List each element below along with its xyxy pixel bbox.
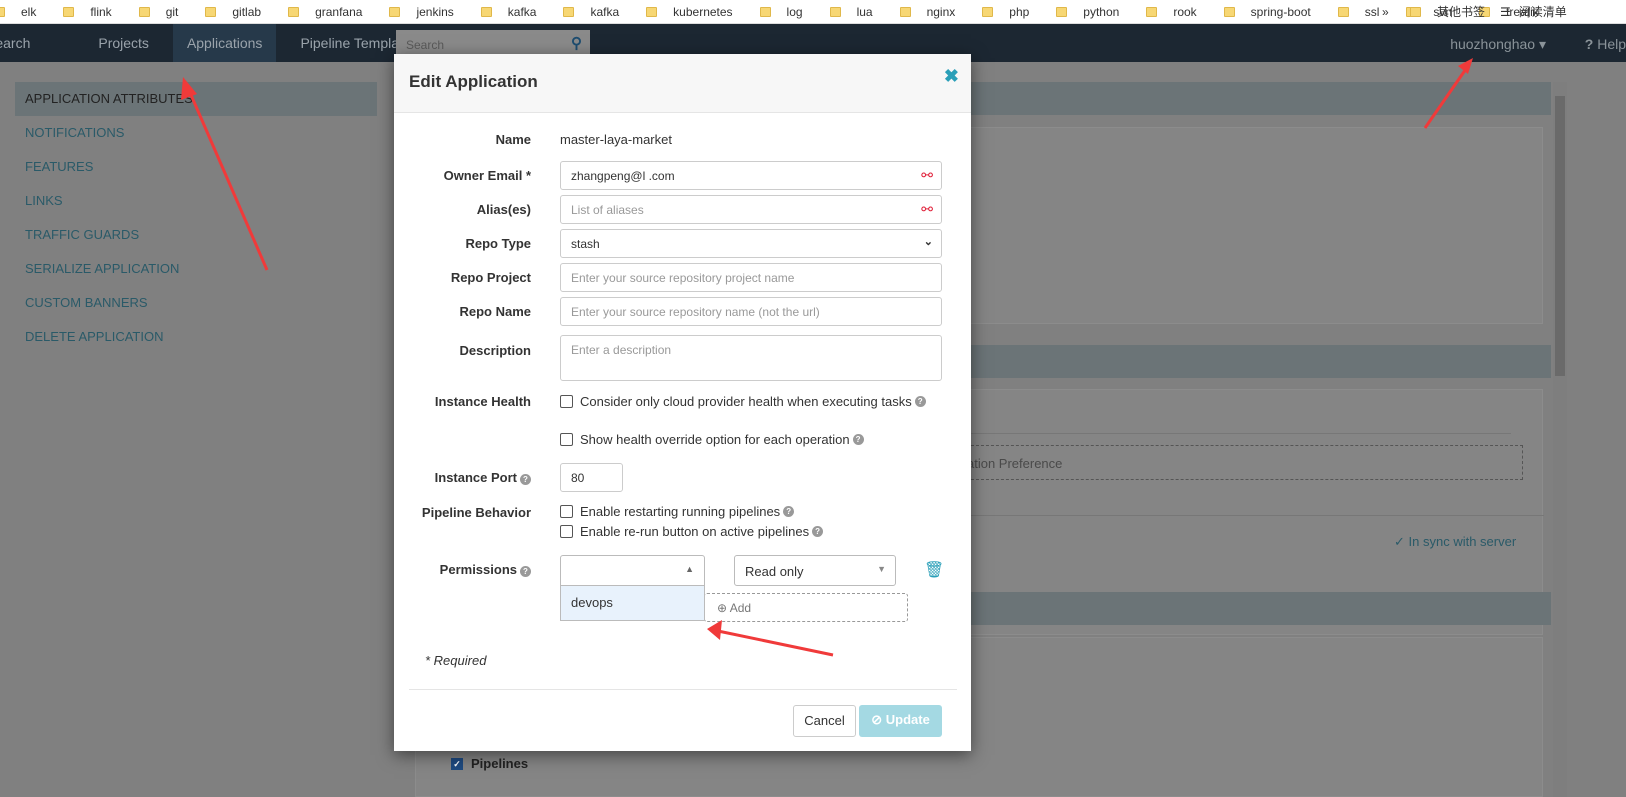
- annotation-arrowhead: [1458, 58, 1473, 74]
- annotation-arrow: [717, 629, 834, 657]
- annotation-arrow: [186, 87, 269, 271]
- annotation-arrows: [181, 58, 1473, 657]
- annotation-arrow: [1423, 65, 1470, 129]
- annotation-arrowhead: [707, 620, 722, 640]
- annotation-arrowhead: [181, 77, 197, 100]
